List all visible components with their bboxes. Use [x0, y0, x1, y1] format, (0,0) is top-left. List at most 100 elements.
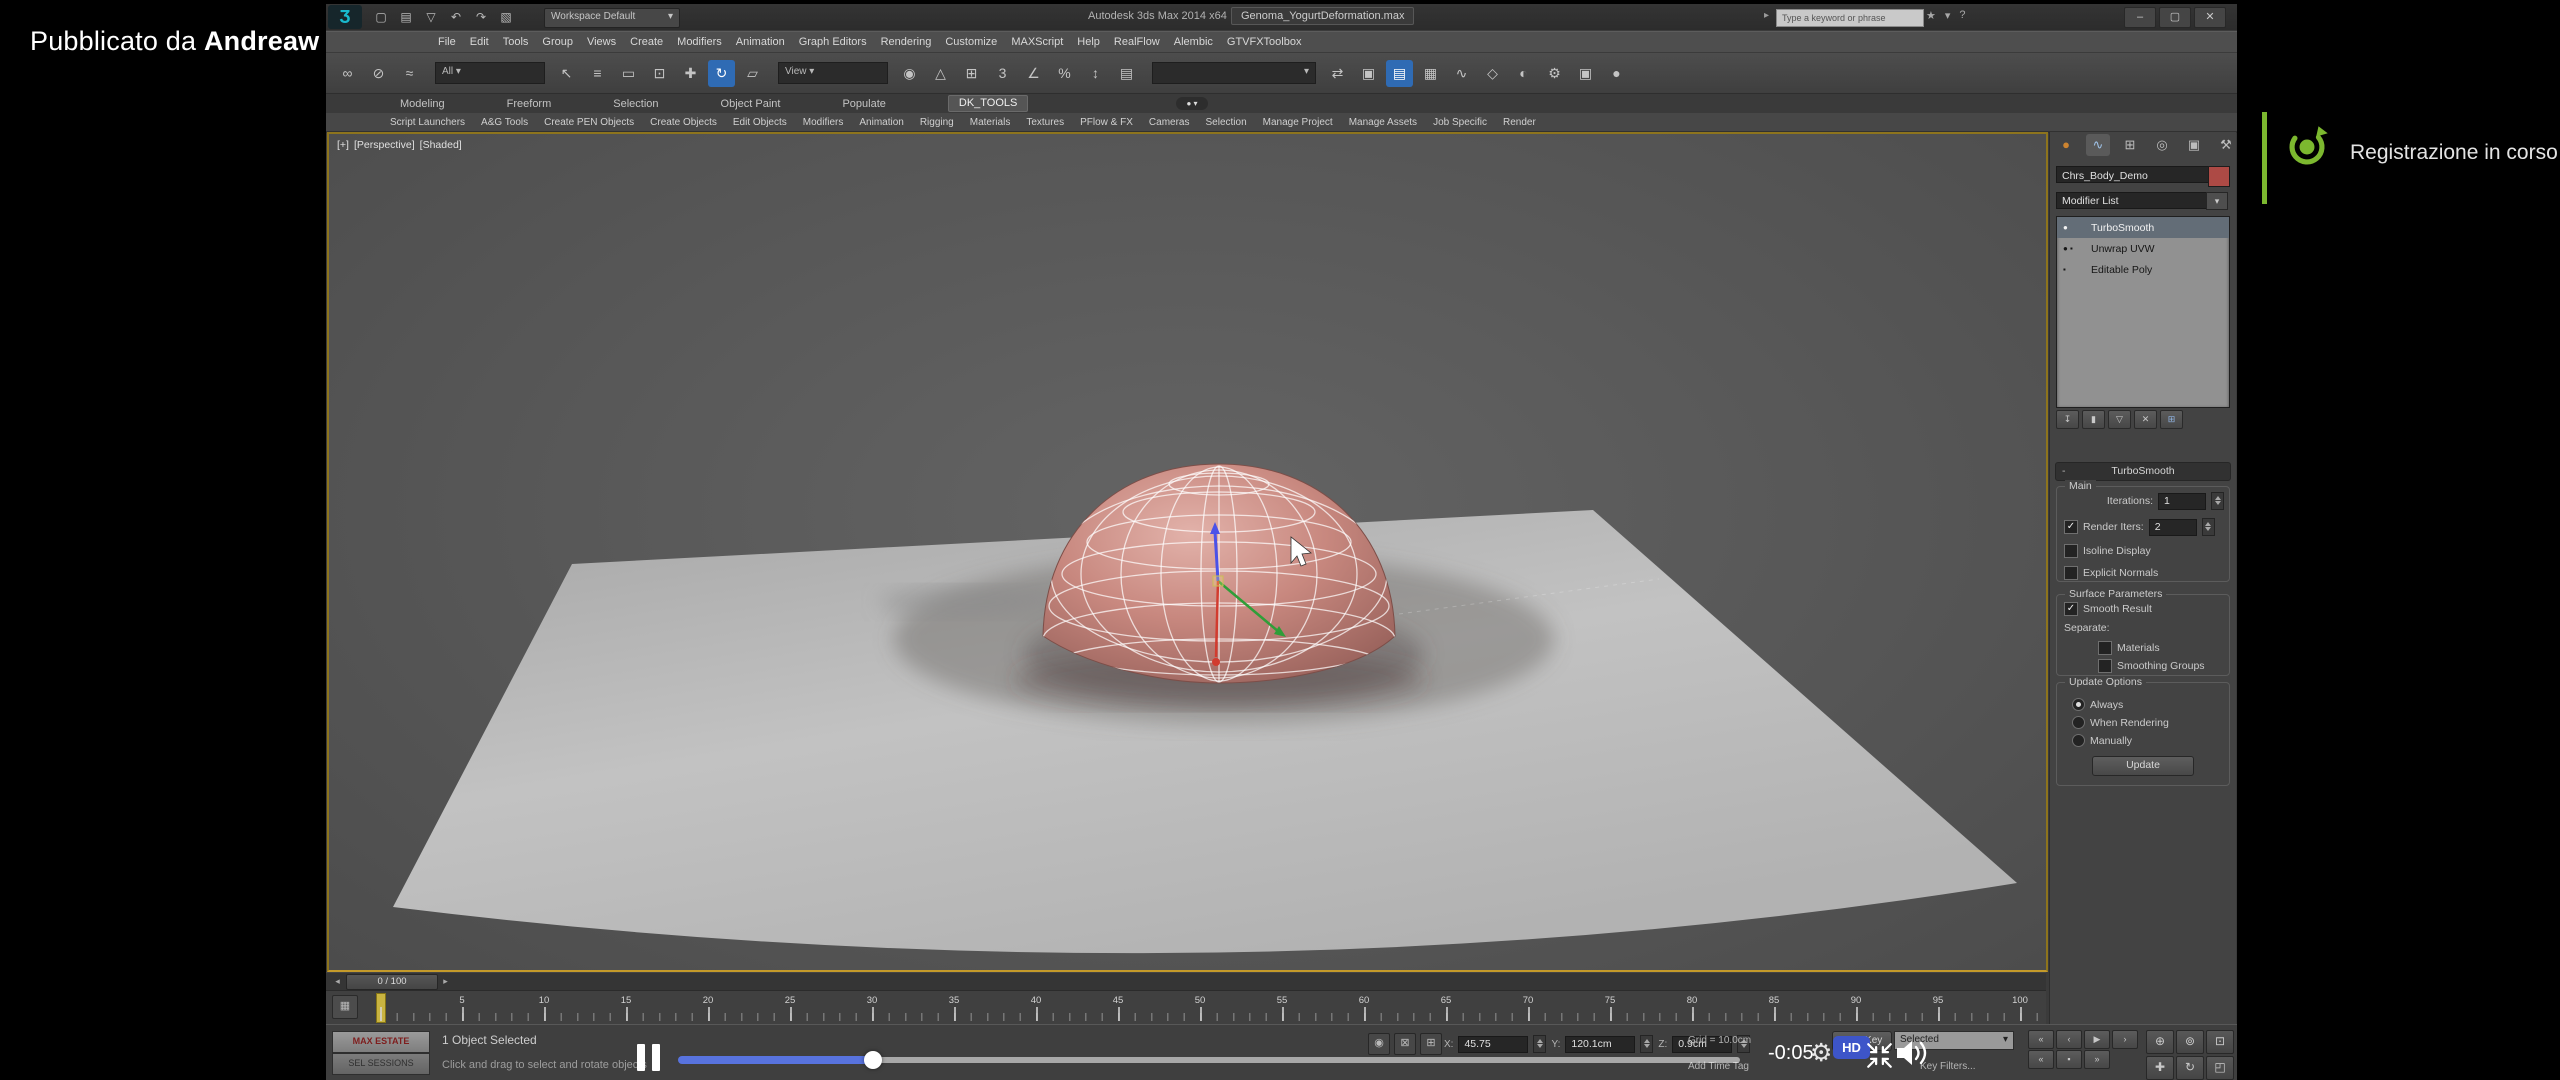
menu-item[interactable]: Tools	[503, 36, 529, 48]
modifier-visibility-icon[interactable]: ●	[2063, 223, 2085, 232]
menu-item[interactable]: Customize	[945, 36, 997, 48]
y-coordinate-field[interactable]: 120.1cm	[1565, 1036, 1635, 1053]
menu-item[interactable]: Group	[542, 36, 573, 48]
x-spinner[interactable]	[1533, 1035, 1546, 1053]
ribbon-subtab[interactable]: A&G Tools	[481, 117, 528, 128]
sel-sessions-button[interactable]: SEL SESSIONS	[332, 1053, 430, 1075]
orbit-icon[interactable]: ↻	[2176, 1056, 2204, 1080]
render-production-icon[interactable]: ●	[1603, 60, 1630, 87]
ribbon-subtab[interactable]: Animation	[859, 117, 903, 128]
render-iters-checkbox[interactable]: ✓	[2064, 520, 2078, 534]
menu-item[interactable]: Graph Editors	[799, 36, 867, 48]
project-folder-icon[interactable]: ▧	[495, 7, 517, 27]
app-logo-icon[interactable]: Ӡ	[328, 5, 362, 29]
ribbon-subtab[interactable]: Manage Project	[1263, 117, 1333, 128]
menu-item[interactable]: Edit	[470, 36, 489, 48]
material-editor-icon[interactable]: ◐	[1510, 60, 1537, 87]
new-scene-icon[interactable]: ▢	[370, 7, 392, 27]
menu-item[interactable]: MAXScript	[1011, 36, 1063, 48]
graphite-ribbon-toggle-icon[interactable]: ▦	[1417, 60, 1444, 87]
time-slider-left-icon[interactable]: ◂	[331, 975, 344, 988]
menu-item[interactable]: Create	[630, 36, 663, 48]
remove-modifier-icon[interactable]: ✕	[2134, 410, 2157, 429]
next-frame-icon[interactable]: ›	[2112, 1030, 2138, 1049]
select-and-move-icon[interactable]: ✚	[677, 60, 704, 87]
help-icon[interactable]: ?	[1959, 9, 1965, 22]
absolute-offset-mode-icon[interactable]: ⊞	[1420, 1033, 1442, 1055]
create-tab-icon[interactable]: ●	[2054, 134, 2078, 156]
snaps-toggle-icon[interactable]: 3	[989, 60, 1016, 87]
ribbon-subtab[interactable]: Script Launchers	[390, 117, 465, 128]
turbosmooth-rollout-header[interactable]: - TurboSmooth	[2055, 462, 2231, 481]
ribbon-subtab[interactable]: Rigging	[920, 117, 954, 128]
ribbon-subtab[interactable]: Edit Objects	[733, 117, 787, 128]
configure-modifier-sets-icon[interactable]: ⊞	[2160, 410, 2183, 429]
pin-stack-icon[interactable]: ↧	[2056, 410, 2079, 429]
workspace-dropdown[interactable]: Workspace Default ▾	[544, 8, 680, 28]
curve-editor-icon[interactable]: ∿	[1448, 60, 1475, 87]
previous-key-icon[interactable]: «	[2028, 1050, 2054, 1069]
display-tab-icon[interactable]: ▣	[2182, 134, 2206, 156]
go-to-start-icon[interactable]: «	[2028, 1030, 2054, 1049]
motion-tab-icon[interactable]: ◎	[2150, 134, 2174, 156]
object-name-field[interactable]: Chrs_Body_Demo	[2056, 166, 2214, 183]
keyboard-shortcut-override-icon[interactable]: ⊞	[958, 60, 985, 87]
select-and-rotate-icon[interactable]: ↻	[708, 60, 735, 87]
ribbon-subtab[interactable]: Render	[1503, 117, 1536, 128]
menu-item[interactable]: Modifiers	[677, 36, 722, 48]
modifier-stack-item[interactable]: ● TurboSmooth	[2057, 217, 2229, 238]
modifier-visibility-icon[interactable]: ● ▪	[2063, 244, 2085, 253]
infocenter-search-input[interactable]: Type a keyword or phrase	[1776, 9, 1924, 27]
window-crossing-icon[interactable]: ⊡	[646, 60, 673, 87]
video-progress-bar[interactable]	[678, 1055, 1740, 1065]
smoothing-groups-checkbox[interactable]	[2098, 659, 2112, 673]
ribbon-tab[interactable]: DK_TOOLS	[948, 95, 1029, 112]
materials-checkbox[interactable]	[2098, 641, 2112, 655]
rendered-frame-window-icon[interactable]: ▣	[1572, 60, 1599, 87]
menu-item[interactable]: Views	[587, 36, 616, 48]
ribbon-subtab[interactable]: Manage Assets	[1349, 117, 1417, 128]
iterations-spinner[interactable]	[2211, 492, 2224, 510]
use-pivot-center-icon[interactable]: ◉	[896, 60, 923, 87]
search-chevron-icon[interactable]: ▸	[1764, 10, 1769, 21]
show-end-result-icon[interactable]: ▮	[2082, 410, 2105, 429]
ribbon-tab[interactable]: Freeform	[507, 98, 552, 110]
spinner-snap-icon[interactable]: ↕	[1082, 60, 1109, 87]
play-animation-icon[interactable]: ▶	[2084, 1030, 2110, 1049]
modifier-visibility-icon[interactable]: ▪	[2063, 265, 2085, 274]
save-file-icon[interactable]: ▽	[420, 7, 442, 27]
zoom-icon[interactable]: ⊕	[2146, 1030, 2174, 1054]
ribbon-options-icon[interactable]: ● ▾	[1176, 97, 1208, 110]
progress-handle[interactable]	[864, 1051, 882, 1069]
sign-in-dropdown-icon[interactable]: ▾	[1945, 9, 1951, 22]
ribbon-tab[interactable]: Object Paint	[721, 98, 781, 110]
manually-radio[interactable]	[2072, 734, 2085, 747]
modifier-list-dropdown[interactable]: Modifier List	[2056, 192, 2216, 209]
select-and-link-icon[interactable]: ∞	[334, 60, 361, 87]
key-mode-toggle-icon[interactable]: ▪	[2056, 1050, 2082, 1069]
viewport-menu-shading[interactable]: [Shaded]	[420, 139, 462, 151]
undo-icon[interactable]: ↶	[445, 7, 467, 27]
ribbon-subtab[interactable]: Textures	[1026, 117, 1064, 128]
player-settings-gear-icon[interactable]: ⚙	[1810, 1038, 1832, 1068]
x-coordinate-field[interactable]: 45.75	[1458, 1036, 1528, 1053]
bind-to-space-warp-icon[interactable]: ≈	[396, 60, 423, 87]
ribbon-tab[interactable]: Selection	[613, 98, 658, 110]
ribbon-subtab[interactable]: Materials	[970, 117, 1011, 128]
menu-item[interactable]: RealFlow	[1114, 36, 1160, 48]
redo-icon[interactable]: ↷	[470, 7, 492, 27]
render-iters-spinner[interactable]	[2202, 518, 2215, 536]
render-iters-field[interactable]: 2	[2149, 519, 2197, 536]
time-slider-right-icon[interactable]: ▸	[439, 975, 452, 988]
menu-item[interactable]: Help	[1077, 36, 1100, 48]
ribbon-subtab[interactable]: Create PEN Objects	[544, 117, 634, 128]
modifier-stack-item[interactable]: ▪ Editable Poly	[2057, 259, 2229, 280]
ribbon-subtab[interactable]: Selection	[1206, 117, 1247, 128]
modifier-list-arrow-icon[interactable]: ▾	[2206, 192, 2228, 210]
explicit-normals-checkbox[interactable]	[2064, 566, 2078, 580]
viewport-menu-view[interactable]: [Perspective]	[354, 139, 415, 151]
viewport-menu-plus[interactable]: [+]	[337, 139, 349, 151]
hd-quality-badge[interactable]: HD	[1833, 1036, 1870, 1059]
utilities-tab-icon[interactable]: ⚒	[2214, 134, 2238, 156]
track-bar[interactable]: ▦ 51015202530354045505560657075808590951…	[326, 990, 2046, 1025]
